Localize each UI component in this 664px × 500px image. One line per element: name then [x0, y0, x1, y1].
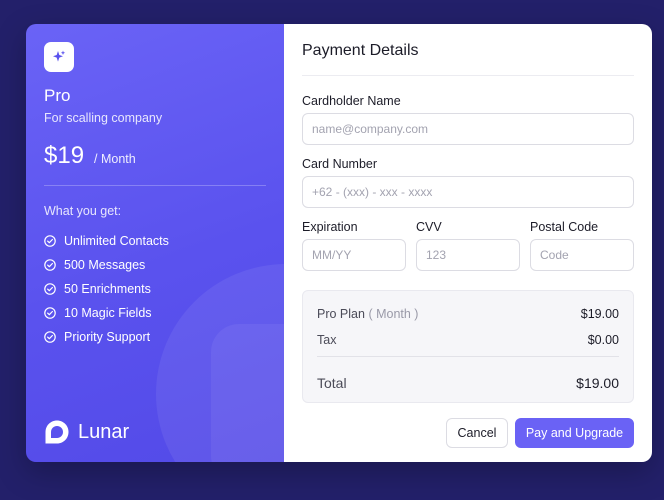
cancel-button[interactable]: Cancel [446, 418, 508, 448]
feature-label: Priority Support [64, 330, 151, 344]
tax-label: Tax [317, 333, 337, 347]
plan-line-period: ( Month ) [368, 307, 419, 321]
page-title: Payment Details [302, 42, 419, 59]
plan-panel: Pro For scalling company $19 / Month Wha… [26, 24, 284, 462]
divider [302, 75, 634, 76]
cardholder-label: Cardholder Name [302, 94, 401, 108]
upgrade-card: Pro For scalling company $19 / Month Wha… [26, 24, 652, 462]
check-circle-icon [44, 283, 56, 295]
expiration-label: Expiration [302, 220, 358, 234]
feature-item: 10 Magic Fields [44, 301, 169, 325]
feature-item: 500 Messages [44, 253, 169, 277]
order-summary: Pro Plan ( Month ) $19.00 Tax $0.00 Tota… [302, 290, 634, 403]
brand-name: Lunar [78, 420, 130, 443]
pay-and-upgrade-button[interactable]: Pay and Upgrade [515, 418, 634, 448]
feature-list: Unlimited Contacts 500 Messages 50 Enric… [44, 229, 169, 349]
cardholder-name-input[interactable] [302, 113, 634, 145]
total-label: Total [317, 375, 347, 391]
check-circle-icon [44, 259, 56, 271]
card-number-input[interactable] [302, 176, 634, 208]
cvv-input[interactable] [416, 239, 520, 271]
tax-amount: $0.00 [587, 333, 619, 347]
feature-label: 500 Messages [64, 258, 146, 272]
summary-plan-amount: $19.00 [580, 307, 619, 321]
divider [44, 185, 266, 186]
feature-item: Priority Support [44, 325, 169, 349]
total-amount: $19.00 [576, 375, 619, 391]
expiration-input[interactable] [302, 239, 406, 271]
summary-plan-row: Pro Plan ( Month ) $19.00 [317, 307, 619, 321]
summary-tax-row: Tax $0.00 [317, 333, 619, 347]
postal-code-label: Postal Code [530, 220, 599, 234]
summary-divider [317, 356, 619, 357]
plan-price: $19 / Month [44, 142, 136, 170]
check-circle-icon [44, 307, 56, 319]
brand: Lunar [44, 419, 129, 445]
plan-name: Pro [44, 86, 71, 105]
summary-total-row: Total $19.00 [317, 375, 619, 391]
payment-panel: Payment Details Cardholder Name Card Num… [284, 24, 652, 462]
price-amount: $19 [44, 142, 85, 169]
check-circle-icon [44, 235, 56, 247]
chat-bubble-logo-icon [44, 419, 70, 445]
features-title: What you get: [44, 204, 122, 218]
cvv-label: CVV [416, 220, 442, 234]
feature-label: Unlimited Contacts [64, 234, 169, 248]
feature-item: Unlimited Contacts [44, 229, 169, 253]
price-period: / Month [94, 152, 136, 166]
sparkle-icon [44, 42, 74, 72]
feature-label: 10 Magic Fields [64, 306, 152, 320]
plan-subtitle: For scalling company [44, 111, 163, 125]
feature-item: 50 Enrichments [44, 277, 169, 301]
check-circle-icon [44, 331, 56, 343]
decorative-shape [211, 324, 284, 462]
feature-label: 50 Enrichments [64, 282, 151, 296]
summary-plan-label: Pro Plan ( Month ) [317, 307, 418, 321]
postal-code-input[interactable] [530, 239, 634, 271]
card-number-label: Card Number [302, 157, 378, 171]
plan-line-label: Pro Plan [317, 307, 365, 321]
